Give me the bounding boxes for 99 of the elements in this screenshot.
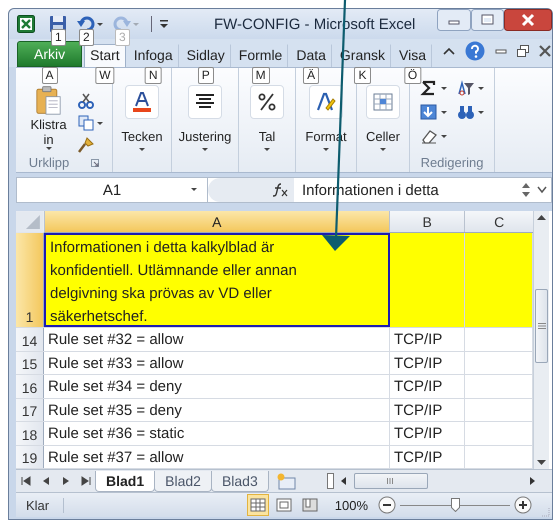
clipboard-icon: [36, 85, 61, 115]
help-icon[interactable]: [465, 41, 486, 61]
first-sheet-icon[interactable]: [21, 476, 31, 486]
keytip: 1: [51, 29, 66, 46]
slider-thumb[interactable]: [451, 498, 460, 512]
row-header[interactable]: 14: [16, 328, 44, 350]
row-header[interactable]: 18: [16, 422, 44, 444]
scrollbar[interactable]: [533, 211, 549, 469]
sheet-tab[interactable]: Blad1: [95, 470, 156, 492]
group-button[interactable]: Celler: [364, 85, 402, 151]
caret-icon[interactable]: [478, 86, 484, 90]
close-button[interactable]: [504, 9, 552, 31]
zoom-out-button[interactable]: [378, 496, 396, 514]
brush-icon[interactable]: [78, 137, 94, 153]
scroll-thumb[interactable]: [535, 289, 548, 363]
keytip: A: [42, 67, 58, 84]
caret-icon[interactable]: [322, 148, 329, 151]
table-cell: TCP/IP: [390, 375, 465, 398]
caret-icon[interactable]: [441, 86, 447, 90]
keytip: N: [144, 67, 162, 84]
table-cell: Informationen i detta kalkylblad är konfidentiell. Utlämnande eller annan delgivning ska prövas av VD eller säkerhetschef.: [44, 233, 390, 327]
function-icon[interactable]: [272, 183, 288, 197]
table-cell: Rule set #35 = deny: [44, 398, 390, 421]
row-header[interactable]: 1: [16, 233, 44, 327]
caret-icon[interactable]: [441, 110, 447, 114]
row-header[interactable]: 16: [16, 375, 44, 398]
keytip: K: [354, 67, 370, 84]
zoom-level[interactable]: 100%: [334, 498, 368, 512]
dialog-launcher-icon[interactable]: [91, 158, 100, 166]
table-cell: Rule set #34 = deny: [44, 375, 390, 398]
table-cell: Rule set #32 = allow: [44, 328, 390, 350]
caret-icon[interactable]: [138, 148, 145, 151]
table-cell: Rule set #37 = allow: [44, 446, 390, 468]
collapse-ribbon-icon[interactable]: [443, 47, 456, 55]
keytip: 2: [79, 29, 94, 46]
copy-icon[interactable]: [78, 115, 94, 131]
row-header[interactable]: 15: [16, 352, 44, 374]
table-cell: TCP/IP: [390, 422, 465, 444]
last-sheet-icon[interactable]: [81, 476, 91, 486]
scissors-icon[interactable]: [78, 93, 94, 109]
row-header[interactable]: 17: [16, 398, 44, 421]
ribbon-tab[interactable]: Start: [84, 44, 126, 67]
column-header[interactable]: B: [388, 211, 464, 232]
table-cell: TCP/IP: [390, 352, 465, 374]
caret-icon[interactable]: [478, 110, 484, 114]
table-cell: TCP/IP: [390, 328, 465, 350]
caret-icon[interactable]: [264, 148, 270, 151]
customize-icon[interactable]: [160, 20, 168, 28]
scroll-thumb[interactable]: [354, 473, 428, 489]
group-label: Urklipp: [28, 155, 70, 170]
spreadsheet-icon[interactable]: [17, 15, 35, 33]
keytip: 3: [115, 29, 130, 46]
group-button[interactable]: Tecken: [119, 85, 165, 151]
split-handle[interactable]: [326, 473, 334, 489]
table-cell: Rule set #36 = static: [44, 422, 390, 444]
zoom-slider[interactable]: [400, 497, 510, 513]
resize-grip-icon: [540, 507, 550, 517]
insert-sheet-icon[interactable]: [274, 472, 297, 490]
caret-icon[interactable]: [380, 148, 386, 151]
minimize-button[interactable]: [437, 9, 471, 31]
column-header[interactable]: C: [464, 211, 534, 232]
binoculars-icon[interactable]: [457, 104, 475, 120]
fill-down-icon[interactable]: [420, 104, 438, 120]
paste-button[interactable]: Klistra in: [26, 85, 72, 153]
expand-icon[interactable]: [537, 186, 547, 194]
caret-icon[interactable]: [202, 148, 208, 151]
spin-icon[interactable]: [521, 181, 531, 199]
caret-icon[interactable]: [441, 134, 447, 138]
table-cell: Rule set #33 = allow: [44, 352, 390, 374]
restore-icon[interactable]: [517, 45, 530, 57]
sheet-tab[interactable]: Blad3: [210, 470, 269, 492]
table-cell: TCP/IP: [390, 446, 465, 468]
keytip: P: [198, 67, 214, 84]
close-icon[interactable]: [539, 45, 552, 57]
eraser-icon[interactable]: [420, 128, 438, 144]
file-tab[interactable]: Arkiv: [17, 41, 82, 67]
keytip: M: [252, 67, 270, 84]
name-box[interactable]: A1: [17, 178, 208, 202]
caret-icon[interactable]: [97, 22, 103, 26]
sort-filter-icon[interactable]: [457, 80, 475, 96]
zoom-in-button[interactable]: [514, 496, 532, 514]
table-cell: TCP/IP: [390, 398, 465, 421]
maximize-button[interactable]: [471, 9, 504, 31]
column-header[interactable]: A: [44, 211, 389, 232]
status-text: Klar: [16, 498, 64, 512]
group-button[interactable]: Tal: [248, 85, 286, 151]
caret-icon[interactable]: [46, 147, 52, 150]
keytip: W: [95, 67, 115, 84]
caret-icon[interactable]: [96, 122, 102, 124]
previous-sheet-icon[interactable]: [41, 476, 51, 486]
next-sheet-icon[interactable]: [61, 476, 71, 486]
keytip: Ä: [303, 67, 320, 84]
keytip: Ö: [404, 67, 422, 84]
row-header[interactable]: 19: [16, 446, 44, 468]
sheet-tab[interactable]: Blad2: [154, 470, 212, 492]
sigma-icon[interactable]: [420, 80, 438, 96]
group-button[interactable]: Justering: [176, 85, 234, 151]
group-label: Redigering: [420, 154, 484, 170]
normal-view-button[interactable]: [246, 494, 269, 516]
